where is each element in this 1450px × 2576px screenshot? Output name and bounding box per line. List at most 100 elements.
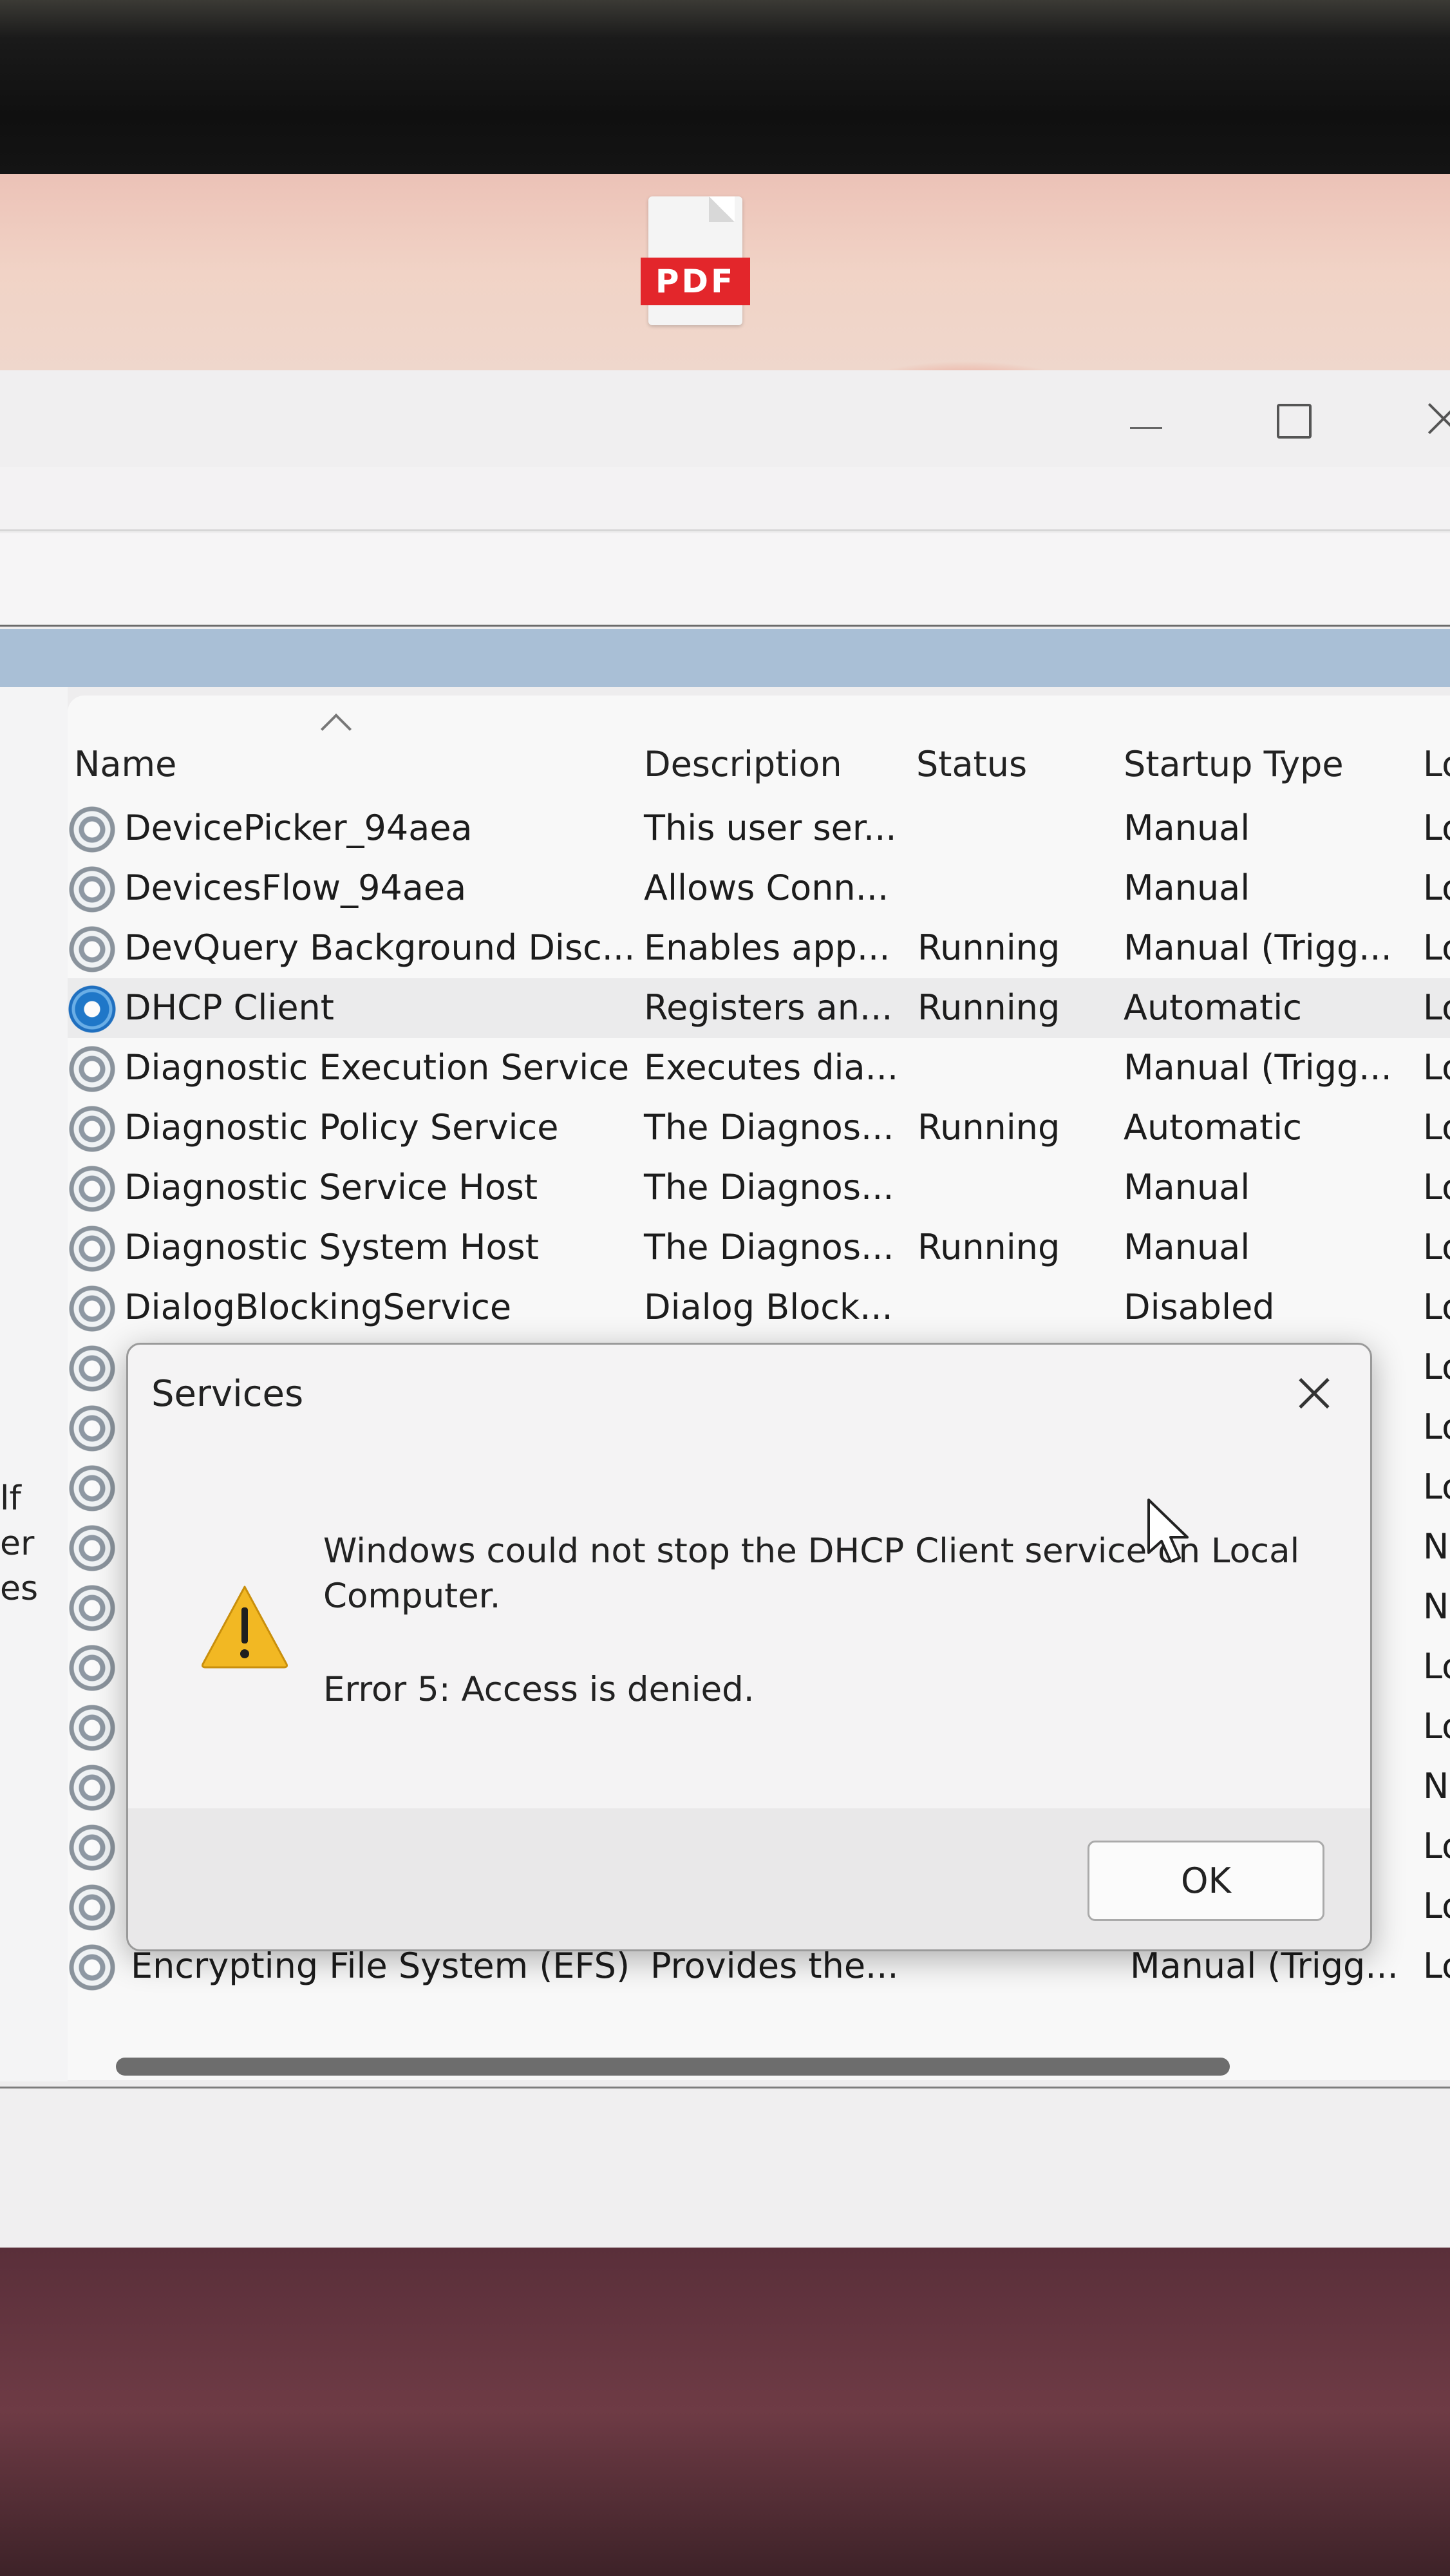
table-row[interactable]: DialogBlockingService Dialog Block... Di… — [68, 1278, 1450, 1338]
error-dialog: Services Windows could not stop the DHCP… — [126, 1343, 1372, 1951]
service-gear-icon — [68, 1284, 117, 1333]
horizontal-scrollbar[interactable] — [116, 2058, 1230, 2076]
service-gear-icon — [68, 1344, 117, 1393]
service-description: Allows Conn... — [644, 867, 889, 908]
service-log-on-as: Lo — [1423, 927, 1450, 968]
column-header-name[interactable]: Name — [74, 744, 176, 784]
close-window-button[interactable] — [1410, 390, 1450, 448]
service-gear-icon — [68, 1943, 117, 1992]
table-row[interactable]: DevicePicker_94aea This user ser... Manu… — [68, 799, 1450, 858]
table-row[interactable]: Diagnostic Execution Service Executes di… — [68, 1038, 1450, 1098]
service-name: Encrypting File System (EFS) — [131, 1946, 630, 1986]
service-gear-icon — [68, 1164, 117, 1213]
service-status: Running — [918, 927, 1060, 968]
service-name: DialogBlockingService — [124, 1287, 512, 1327]
service-description: Registers an... — [644, 987, 893, 1028]
service-startup-type: Manual (Trigg... — [1124, 927, 1392, 968]
service-name: DHCP Client — [124, 987, 334, 1028]
service-log-on-as: Lo — [1423, 1406, 1450, 1447]
service-name: DevQuery Background Disc... — [124, 927, 636, 968]
service-gear-icon — [68, 1464, 117, 1513]
service-gear-icon — [68, 1643, 117, 1692]
service-status: Running — [918, 1227, 1060, 1267]
dialog-close-icon[interactable] — [1292, 1370, 1337, 1416]
service-description: The Diagnos... — [644, 1107, 894, 1148]
table-row[interactable]: DevicesFlow_94aea Allows Conn... Manual … — [68, 858, 1450, 918]
table-row[interactable]: DevQuery Background Disc... Enables app.… — [68, 918, 1450, 978]
maximize-button[interactable] — [1257, 390, 1328, 448]
service-gear-icon — [68, 1823, 117, 1872]
column-header-status[interactable]: Status — [916, 744, 1027, 784]
service-description: Provides the... — [650, 1946, 899, 1986]
service-log-on-as: Lo — [1423, 1946, 1450, 1986]
menu-bar — [0, 467, 1450, 531]
service-log-on-as: Lo — [1423, 1107, 1450, 1148]
service-log-on-as: Lo — [1423, 1347, 1450, 1387]
service-status: Running — [918, 987, 1060, 1028]
service-startup-type: Manual — [1124, 867, 1250, 908]
monitor-bezel — [0, 0, 1450, 174]
service-gear-icon — [68, 1763, 117, 1812]
service-log-on-as: Lo — [1423, 1287, 1450, 1327]
service-description: Dialog Block... — [644, 1287, 893, 1327]
column-header-startup-type[interactable]: Startup Type — [1124, 744, 1344, 784]
service-gear-icon — [68, 985, 117, 1034]
service-name: Diagnostic Policy Service — [124, 1107, 559, 1148]
minimize-button[interactable] — [1111, 390, 1182, 448]
service-startup-type: Automatic — [1124, 1107, 1302, 1148]
table-row[interactable]: Diagnostic System Host The Diagnos... Ru… — [68, 1218, 1450, 1278]
toolbar — [0, 533, 1450, 627]
service-startup-type: Disabled — [1124, 1287, 1275, 1327]
service-gear-icon — [68, 1883, 117, 1932]
service-description: Executes dia... — [644, 1047, 899, 1088]
service-gear-icon — [68, 925, 117, 974]
service-gear-icon — [68, 1104, 117, 1153]
ok-button[interactable]: OK — [1088, 1841, 1324, 1921]
service-gear-icon — [68, 1045, 117, 1094]
left-description-pane: lf er es — [0, 687, 68, 2081]
service-startup-type: Manual (Trigg... — [1124, 1047, 1392, 1088]
sort-ascending-icon — [320, 713, 352, 745]
service-log-on-as: Lo — [1423, 987, 1450, 1028]
column-header-log-on-as[interactable]: Lo — [1423, 744, 1450, 784]
column-header-description[interactable]: Description — [644, 744, 842, 784]
service-startup-type: Manual — [1124, 808, 1250, 848]
dialog-message-continued: Computer. — [323, 1577, 501, 1616]
table-row[interactable]: Diagnostic Service Host The Diagnos... M… — [68, 1158, 1450, 1218]
pdf-label: PDF — [641, 258, 750, 305]
table-row[interactable]: Diagnostic Policy Service The Diagnos...… — [68, 1098, 1450, 1158]
status-bar — [0, 2087, 1450, 2248]
service-gear-icon — [68, 1703, 117, 1752]
left-pane-text: lf — [0, 1479, 21, 1518]
service-gear-icon — [68, 1224, 117, 1273]
service-status: Running — [918, 1107, 1060, 1148]
service-gear-icon — [68, 865, 117, 914]
service-gear-icon — [68, 1584, 117, 1633]
service-gear-icon — [68, 805, 117, 854]
service-startup-type: Manual (Trigg... — [1130, 1946, 1398, 1986]
service-name: DevicePicker_94aea — [124, 808, 473, 848]
service-startup-type: Automatic — [1124, 987, 1302, 1028]
service-description: The Diagnos... — [644, 1167, 894, 1208]
desktop-wallpaper-bottom — [0, 2248, 1450, 2576]
window-titlebar — [0, 370, 1450, 467]
service-log-on-as: Lo — [1423, 808, 1450, 848]
service-log-on-as: N — [1423, 1586, 1449, 1627]
table-row-selected[interactable]: DHCP Client Registers an... Running Auto… — [68, 978, 1450, 1038]
service-log-on-as: Lo — [1423, 1826, 1450, 1866]
pdf-file-icon[interactable]: PDF — [641, 196, 750, 332]
dialog-body: Windows could not stop the DHCP Client s… — [128, 1435, 1370, 1808]
left-pane-text: er — [0, 1524, 35, 1563]
service-description: The Diagnos... — [644, 1227, 894, 1267]
service-log-on-as: Lo — [1423, 1706, 1450, 1747]
service-log-on-as: Lo — [1423, 1167, 1450, 1208]
dialog-title: Services — [151, 1373, 304, 1415]
service-log-on-as: N — [1423, 1526, 1449, 1567]
left-pane-text: es — [0, 1569, 39, 1608]
service-startup-type: Manual — [1124, 1227, 1250, 1267]
service-log-on-as: N — [1423, 1766, 1449, 1806]
dialog-error-text: Error 5: Access is denied. — [323, 1670, 755, 1709]
service-startup-type: Manual — [1124, 1167, 1250, 1208]
service-description: Enables app... — [644, 927, 890, 968]
service-name: Diagnostic Execution Service — [124, 1047, 630, 1088]
